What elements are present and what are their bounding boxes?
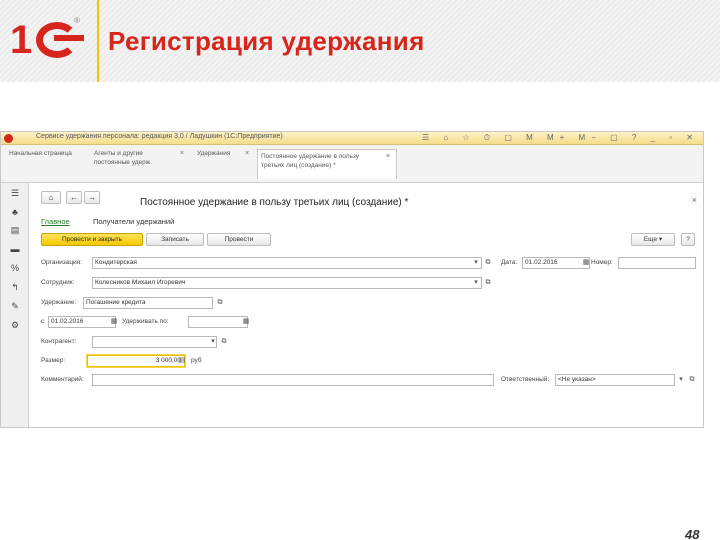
- deduction-field[interactable]: Погашение кредита: [83, 297, 213, 309]
- link-recipients[interactable]: Получатели удержаний: [93, 217, 174, 226]
- responsible-label: Ответственный:: [501, 376, 550, 383]
- app-window: Сервисе удержания персонала: редакция 3.…: [0, 131, 704, 428]
- dropdown-icon[interactable]: ▾: [472, 278, 480, 288]
- date-label: Дата:: [501, 259, 518, 266]
- arrow-icon[interactable]: ↰: [9, 281, 21, 293]
- document-title: Постоянное удержание в пользу третьих ли…: [140, 197, 409, 208]
- number-field[interactable]: [618, 257, 696, 269]
- open-icon[interactable]: ⧉: [484, 278, 492, 288]
- open-icon[interactable]: ⧉: [484, 258, 492, 268]
- percent-icon[interactable]: %: [9, 262, 21, 274]
- calendar-icon[interactable]: ▦: [582, 258, 590, 268]
- home-button[interactable]: ⌂: [41, 191, 61, 204]
- document-form: ⌂ ← → Постоянное удержание в пользу трет…: [30, 183, 703, 427]
- from-date-field[interactable]: 01.02.2016: [48, 316, 116, 328]
- currency-label: руб: [191, 357, 202, 364]
- sections-panel: ☰ ♣ ▤ ▬ % ↰ ✎ ⚙: [1, 183, 29, 427]
- open-icon[interactable]: ⧉: [220, 337, 228, 347]
- forward-button[interactable]: →: [84, 191, 100, 204]
- tab-home[interactable]: Начальная страница: [9, 149, 84, 179]
- dropdown-icon[interactable]: ▾: [209, 337, 217, 347]
- calendar-icon[interactable]: ▦: [110, 317, 118, 327]
- help-button[interactable]: ?: [681, 233, 695, 246]
- organization-field[interactable]: Кондитерская: [92, 257, 482, 269]
- post-and-close-button[interactable]: Провести и закрыть: [41, 233, 143, 246]
- open-icon[interactable]: ⧉: [688, 375, 696, 385]
- counterparty-label: Контрагент:: [41, 338, 77, 345]
- amount-field[interactable]: 3 000,00: [87, 355, 185, 367]
- app-icon: [4, 134, 13, 143]
- users-icon[interactable]: ♣: [9, 206, 21, 218]
- post-button[interactable]: Провести: [207, 233, 271, 246]
- header-divider: [97, 0, 99, 82]
- comment-field[interactable]: [92, 374, 494, 386]
- open-icon[interactable]: ⧉: [216, 298, 224, 308]
- table-icon[interactable]: ▬: [9, 243, 21, 255]
- to-date-field[interactable]: [188, 316, 248, 328]
- menu-icon[interactable]: ☰: [9, 187, 21, 199]
- 1c-logo: 1 ®: [10, 14, 88, 64]
- tab-agents[interactable]: Агенты и другие постоянные удерж. ×: [94, 149, 189, 179]
- deduction-label: Удержание:: [41, 299, 77, 306]
- link-main[interactable]: Главное: [41, 217, 70, 226]
- open-tabs-bar: Начальная страница Агенты и другие посто…: [1, 145, 703, 183]
- calendar-icon[interactable]: ▦: [242, 317, 250, 327]
- number-label: Номер:: [591, 259, 613, 266]
- tab-deductions[interactable]: Удержания ×: [197, 149, 255, 179]
- date-field[interactable]: 01.02.2016: [522, 257, 590, 269]
- more-button[interactable]: Еще ▾: [631, 233, 675, 246]
- close-icon[interactable]: ×: [692, 195, 697, 205]
- back-button[interactable]: ←: [66, 191, 82, 204]
- employee-label: Сотрудник:: [41, 279, 75, 286]
- to-label: Удерживать по:: [122, 318, 169, 325]
- from-label: с: [41, 318, 45, 325]
- slide-title: Регистрация удержания: [108, 26, 425, 56]
- close-icon[interactable]: ×: [386, 152, 390, 161]
- header-band: 1 ® Регистрация удержания: [0, 0, 720, 82]
- close-icon[interactable]: ×: [180, 149, 184, 158]
- organization-label: Организация:: [41, 259, 83, 266]
- slide: 1 ® Регистрация удержания Сервисе удержа…: [0, 0, 720, 540]
- dropdown-icon[interactable]: ▾: [472, 258, 480, 268]
- dropdown-icon[interactable]: ▾: [677, 375, 685, 385]
- amount-label: Размер:: [41, 357, 66, 364]
- employee-field[interactable]: Колесников Михаил Игоревич: [92, 277, 482, 289]
- list-icon[interactable]: ▤: [9, 224, 21, 236]
- responsible-field[interactable]: <Не указан>: [555, 374, 675, 386]
- window-controls[interactable]: ☰ ⌂ ☆ ⏱ ▢ M M+ M− ▢ ? _ ▫ ✕: [422, 133, 699, 143]
- gear-icon[interactable]: ⚙: [9, 319, 21, 331]
- close-icon[interactable]: ×: [245, 149, 249, 158]
- calculator-icon[interactable]: ▤: [178, 356, 186, 366]
- comment-label: Комментарий:: [41, 376, 84, 383]
- wrench-icon[interactable]: ✎: [9, 300, 21, 312]
- page-number: 48: [685, 527, 700, 540]
- counterparty-field[interactable]: [92, 336, 217, 348]
- window-title: Сервисе удержания персонала: редакция 3.…: [36, 133, 283, 140]
- window-titlebar: Сервисе удержания персонала: редакция 3.…: [1, 132, 703, 145]
- save-button[interactable]: Записать: [146, 233, 204, 246]
- tab-current-document[interactable]: Постоянное удержание в пользу третьих ли…: [257, 149, 397, 179]
